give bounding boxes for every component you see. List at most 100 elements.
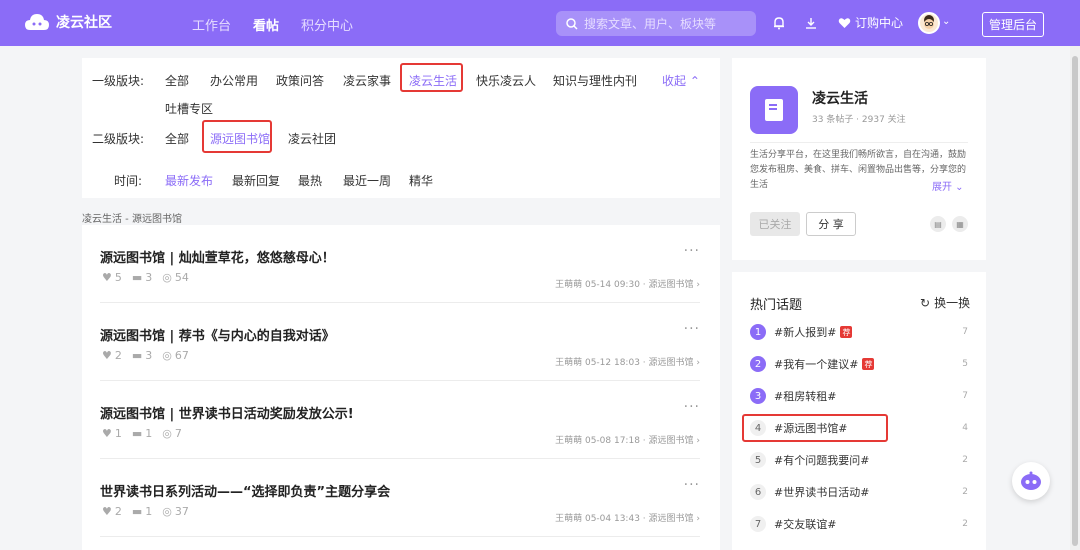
nav-workbench[interactable]: 工作台: [192, 15, 231, 34]
like-stat[interactable]: ♥ 2: [102, 505, 122, 518]
topic-item[interactable]: 5 #有个问题我要问# 2: [750, 450, 968, 470]
search-icon: [566, 17, 578, 30]
topic-count: 2: [962, 487, 968, 497]
level2-all[interactable]: 全部: [165, 130, 189, 147]
time-hottest[interactable]: 最热: [298, 172, 322, 189]
post-date: 05-08 17:18: [584, 436, 640, 446]
post-board[interactable]: · 源远图书馆: [643, 358, 694, 368]
chevron-down-icon[interactable]: ⌄: [942, 16, 950, 27]
post-board[interactable]: · 源远图书馆: [643, 280, 694, 290]
level1-all[interactable]: 全部: [165, 72, 189, 89]
heart-icon: ♥: [102, 349, 112, 362]
level1-office[interactable]: 办公常用: [210, 72, 258, 89]
view-stat: ◎ 54: [162, 271, 189, 284]
nav-points[interactable]: 积分中心: [301, 15, 353, 34]
post-title[interactable]: 源远图书馆 | 灿灿萱草花，悠悠慈母心！: [100, 247, 335, 266]
post-title[interactable]: 源远图书馆 | 荐书《与内心的自我对话》: [100, 325, 335, 344]
post-stats: ♥ 5 ▬ 3 ◎ 54: [102, 271, 189, 284]
more-icon[interactable]: ···: [684, 321, 700, 337]
logo[interactable]: 凌云社区: [24, 12, 112, 32]
like-stat[interactable]: ♥ 2: [102, 349, 122, 362]
level1-family[interactable]: 凌云家事: [343, 72, 391, 89]
search-input[interactable]: [584, 16, 734, 31]
subscribe-center-button[interactable]: 订购中心: [838, 14, 903, 31]
topic-name[interactable]: #我有一个建议#: [774, 356, 858, 372]
post-title[interactable]: 源远图书馆 | 世界读书日活动奖励发放公示!: [100, 403, 354, 422]
board-info-card: 凌云生活 33 条帖子 · 2937 关注 生活分享平台，在这里我们畅所欲言，自…: [732, 58, 986, 260]
topic-count: 5: [962, 359, 968, 369]
post-item[interactable]: 源远图书馆 | 荐书《与内心的自我对话》 ··· ♥ 2 ▬ 3 ◎ 67 王萌萌 0…: [100, 303, 700, 381]
topic-item[interactable]: 1 #新人报到# 荐 7: [750, 322, 968, 342]
avatar[interactable]: [918, 12, 940, 34]
download-icon[interactable]: [802, 14, 820, 32]
topic-rank: 6: [750, 484, 766, 500]
topic-name[interactable]: #世界读书日活动#: [774, 484, 869, 500]
level1-policy[interactable]: 政策问答: [276, 72, 324, 89]
collapse-toggle[interactable]: 收起 ⌃: [662, 72, 700, 89]
post-author[interactable]: 王萌萌: [555, 436, 582, 446]
note-icon[interactable]: ▤: [930, 216, 946, 232]
nav-posts[interactable]: 看帖: [253, 15, 279, 34]
level1-journal[interactable]: 知识与理性内刊: [553, 72, 637, 89]
post-board[interactable]: · 源远图书馆: [643, 514, 694, 524]
comment-stat[interactable]: ▬ 1: [132, 427, 152, 440]
board-stats: 33 条帖子 · 2937 关注: [812, 115, 906, 125]
robot-icon: [1021, 471, 1041, 490]
breadcrumb: 凌云生活 - 源远图书馆: [82, 214, 182, 225]
post-item[interactable]: 源远图书馆 | 世界读书日活动奖励发放公示! ··· ♥ 1 ▬ 1 ◎ 7 王萌萌 …: [100, 381, 700, 459]
grid-icon[interactable]: ▦: [952, 216, 968, 232]
time-latest[interactable]: 最新发布: [165, 172, 213, 189]
like-stat[interactable]: ♥ 5: [102, 271, 122, 284]
time-featured[interactable]: 精华: [409, 172, 433, 189]
level1-label: 一级版块:: [92, 74, 145, 88]
topic-item[interactable]: 3 #租房转租# 7: [750, 386, 968, 406]
level1-happy[interactable]: 快乐凌云人: [476, 72, 536, 89]
post-board[interactable]: · 源远图书馆: [643, 436, 694, 446]
topic-item[interactable]: 7 #交友联谊# 2: [750, 514, 968, 534]
topic-count: 4: [962, 423, 968, 433]
board-name: 凌云生活: [812, 91, 868, 107]
level2-clubs[interactable]: 凌云社团: [288, 130, 336, 147]
post-stats: ♥ 2 ▬ 3 ◎ 67: [102, 349, 189, 362]
topic-item[interactable]: 2 #我有一个建议# 荐 5: [750, 354, 968, 374]
refresh-button[interactable]: ↻ 换一换: [920, 294, 970, 311]
search-box[interactable]: [556, 11, 756, 36]
topic-name[interactable]: #新人报到#: [774, 324, 836, 340]
post-title[interactable]: 世界读书日系列活动——“选择即负责”主题分享会: [100, 481, 390, 500]
post-author[interactable]: 王萌萌: [555, 358, 582, 368]
like-stat[interactable]: ♥ 1: [102, 427, 122, 440]
topic-name[interactable]: #租房转租#: [774, 388, 836, 404]
post-author[interactable]: 王萌萌: [555, 280, 582, 290]
more-icon[interactable]: ···: [684, 477, 700, 493]
post-list: 源远图书馆 | 灿灿萱草花，悠悠慈母心！ ··· ♥ 5 ▬ 3 ◎ 54 王萌萌 0…: [82, 225, 720, 550]
topic-name[interactable]: #交友联谊#: [774, 516, 836, 532]
admin-button[interactable]: 管理后台: [982, 12, 1045, 37]
topic-item[interactable]: 6 #世界读书日活动# 2: [750, 482, 968, 502]
post-item[interactable]: 源远图书馆 | 灿灿萱草花，悠悠慈母心！ ··· ♥ 5 ▬ 3 ◎ 54 王萌萌 0…: [100, 225, 700, 303]
share-button[interactable]: 分 享: [806, 212, 856, 236]
heart-icon: [838, 17, 851, 28]
assistant-bot-button[interactable]: [1012, 462, 1050, 500]
hot-topics-card: 热门话题 ↻ 换一换 1 #新人报到# 荐 7 2 #我有一个建议# 荐 5 3 …: [732, 272, 986, 550]
bell-icon[interactable]: [770, 14, 788, 32]
more-icon[interactable]: ···: [684, 243, 700, 259]
topic-rank: 7: [750, 516, 766, 532]
post-meta: 王萌萌 05-14 09:30 · 源远图书馆 ›: [555, 280, 700, 290]
top-bar: 凌云社区 工作台 看帖 积分中心 订购中心 ⌄ 管理后台: [0, 0, 1080, 46]
post-author[interactable]: 王萌萌: [555, 514, 582, 524]
scroll-thumb[interactable]: [1072, 56, 1078, 546]
time-latest-reply[interactable]: 最新回复: [232, 172, 280, 189]
scrollbar[interactable]: [1070, 46, 1080, 550]
more-icon[interactable]: ···: [684, 399, 700, 415]
expand-toggle[interactable]: 展开 ⌄: [932, 178, 964, 193]
comment-stat[interactable]: ▬ 1: [132, 505, 152, 518]
followed-button[interactable]: 已关注: [750, 212, 800, 236]
level1-complain[interactable]: 吐槽专区: [165, 100, 213, 117]
time-week[interactable]: 最近一周: [343, 172, 391, 189]
topic-name[interactable]: #有个问题我要问#: [774, 452, 869, 468]
comment-stat[interactable]: ▬ 3: [132, 349, 152, 362]
comment-stat[interactable]: ▬ 3: [132, 271, 152, 284]
view-stat: ◎ 37: [162, 505, 189, 518]
topics-title: 热门话题: [750, 298, 803, 313]
post-item[interactable]: 世界读书日系列活动——“选择即负责”主题分享会 ··· ♥ 2 ▬ 1 ◎ 37 王萌…: [100, 459, 700, 537]
